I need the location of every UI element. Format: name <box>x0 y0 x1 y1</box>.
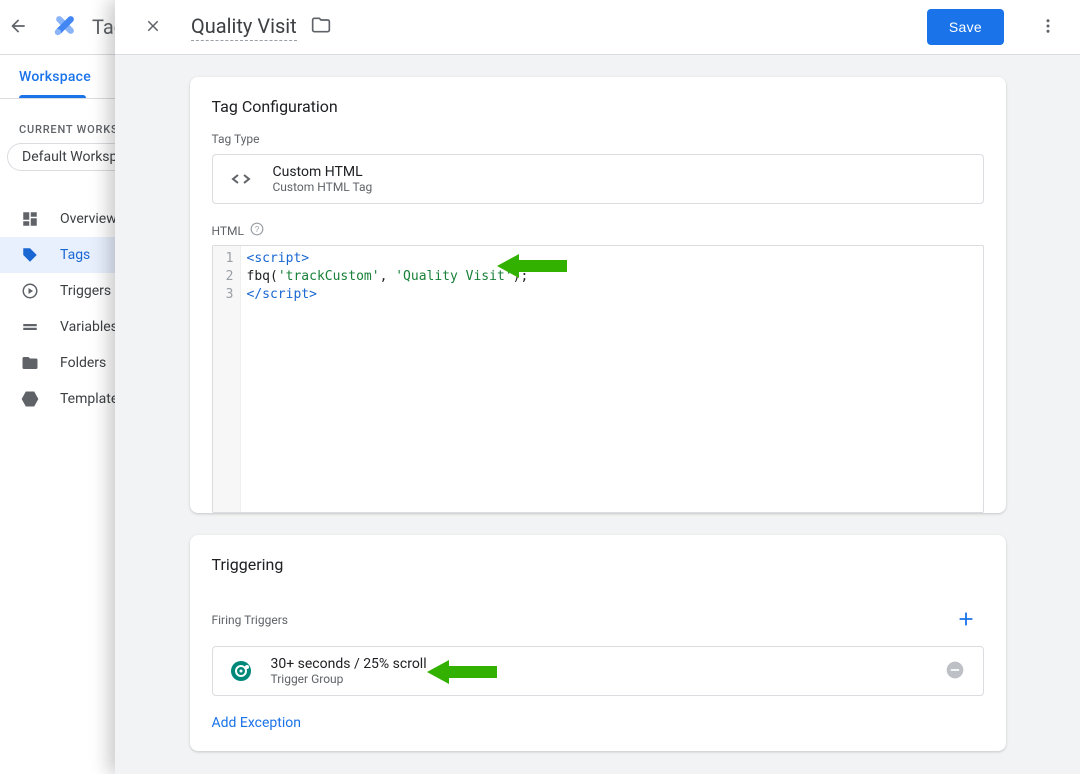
folder-outline-icon[interactable] <box>311 15 331 39</box>
firing-trigger-row[interactable]: 30+ seconds / 25% scroll Trigger Group <box>212 646 984 696</box>
triggering-card: Triggering Firing Triggers 30+ seconds /… <box>190 535 1006 751</box>
add-trigger-button[interactable] <box>948 602 984 638</box>
tag-type-name: Custom HTML <box>273 164 373 180</box>
current-workspace-chip[interactable]: Default Worksp <box>7 143 131 171</box>
save-button[interactable]: Save <box>927 9 1004 45</box>
more-vert-icon <box>1039 17 1057 38</box>
folder-icon <box>20 353 40 373</box>
sidebar-item-label: Triggers <box>60 283 111 299</box>
code-gutter: 123 <box>213 246 241 512</box>
close-icon <box>144 17 162 38</box>
trigger-group-icon <box>227 657 255 685</box>
trigger-icon <box>20 281 40 301</box>
gtm-logo-icon <box>50 10 80 44</box>
tag-type-subtitle: Custom HTML Tag <box>273 180 373 194</box>
close-button[interactable] <box>133 7 173 47</box>
back-arrow-button[interactable] <box>0 7 38 47</box>
tag-type-label: Tag Type <box>190 130 1006 154</box>
trigger-name: 30+ seconds / 25% scroll <box>271 656 427 672</box>
remove-trigger-button[interactable] <box>941 657 969 685</box>
current-workspace-label: CURRENT WORKSP <box>19 123 126 136</box>
tab-workspace[interactable]: Workspace <box>19 55 91 99</box>
tag-type-selector[interactable]: Custom HTML Custom HTML Tag <box>212 154 984 204</box>
add-exception-link[interactable]: Add Exception <box>190 715 323 751</box>
sidebar-item-label: Overview <box>60 211 117 227</box>
tag-name-input[interactable]: Quality Visit <box>191 14 297 41</box>
trigger-type: Trigger Group <box>271 672 427 686</box>
html-field-label: HTML <box>212 224 245 238</box>
tab-underline <box>19 95 86 98</box>
code-content: <script> fbq('trackCustom', 'Quality Vis… <box>241 246 535 512</box>
tag-configuration-card: Tag Configuration Tag Type Custom HTML C… <box>190 77 1006 513</box>
template-icon <box>20 389 40 409</box>
sidebar-item-label: Folders <box>60 355 106 371</box>
plus-icon <box>955 608 977 633</box>
sidebar-item-label: Tags <box>60 247 90 263</box>
sidebar-item-label: Variables <box>60 319 118 335</box>
variables-icon <box>20 317 40 337</box>
card-heading: Triggering <box>190 535 1006 588</box>
code-icon <box>227 165 255 193</box>
remove-circle-icon <box>945 660 965 683</box>
annotation-arrow-icon <box>427 658 497 686</box>
arrow-back-icon <box>8 16 28 39</box>
svg-text:?: ? <box>255 225 260 234</box>
tag-icon <box>20 245 40 265</box>
tag-edit-drawer: Quality Visit Save Tag Configuration Tag… <box>115 0 1080 774</box>
html-code-editor[interactable]: 123 <script> fbq('trackCustom', 'Quality… <box>212 245 984 513</box>
help-icon[interactable]: ? <box>250 222 264 239</box>
firing-triggers-label: Firing Triggers <box>212 613 288 627</box>
more-options-button[interactable] <box>1028 7 1068 47</box>
dashboard-icon <box>20 209 40 229</box>
card-heading: Tag Configuration <box>190 77 1006 130</box>
